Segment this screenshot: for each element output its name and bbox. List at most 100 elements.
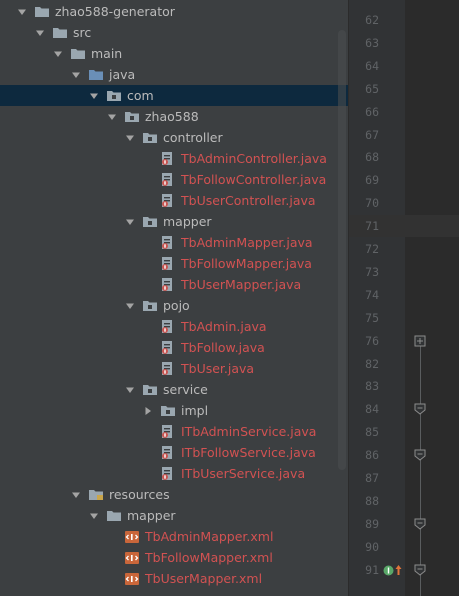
tree-folder-item[interactable]: resources	[0, 484, 348, 505]
xml-file-icon	[124, 551, 140, 565]
tree-item-label: ITbAdminService.java	[181, 424, 317, 439]
java-file-icon	[160, 341, 176, 355]
package-folder-icon	[106, 89, 122, 103]
expand-arrow-down-icon[interactable]	[52, 48, 64, 60]
package-folder-icon	[142, 299, 158, 313]
line-number: 73	[365, 265, 379, 279]
tree-file-item[interactable]: ITbFollowService.java	[0, 442, 348, 463]
line-number: 69	[365, 173, 379, 187]
tree-file-item[interactable]: TbAdminController.java	[0, 148, 348, 169]
tree-folder-item[interactable]: controller	[0, 127, 348, 148]
expand-arrow-down-icon[interactable]	[16, 6, 28, 18]
code-editor[interactable]	[405, 0, 459, 596]
tree-item-label: java	[109, 67, 136, 82]
line-number: 87	[365, 471, 379, 485]
tree-file-item[interactable]: TbAdminMapper.xml	[0, 526, 348, 547]
folder-icon	[106, 509, 122, 523]
java-file-icon	[160, 194, 176, 208]
tree-item-label: TbUser.java	[181, 361, 255, 376]
expand-arrow-down-icon[interactable]	[70, 69, 82, 81]
tree-file-item[interactable]: TbUser.java	[0, 358, 348, 379]
tree-folder-item[interactable]: mapper	[0, 211, 348, 232]
line-number: 86	[365, 448, 379, 462]
tree-scrollbar[interactable]	[338, 30, 346, 470]
tree-file-item[interactable]: ITbAdminService.java	[0, 421, 348, 442]
tree-folder-item[interactable]: zhao588-generator	[0, 1, 348, 22]
java-file-icon	[160, 236, 176, 250]
fold-collapse-icon[interactable]	[414, 449, 426, 461]
tree-file-item[interactable]: TbFollowMapper.xml	[0, 547, 348, 568]
folder-icon	[70, 47, 86, 61]
tree-item-label: mapper	[163, 214, 212, 229]
tree-file-item[interactable]: TbUserMapper.xml	[0, 568, 348, 589]
expand-arrow-down-icon[interactable]	[124, 216, 136, 228]
tree-folder-item[interactable]: impl	[0, 400, 348, 421]
tree-item-label: resources	[109, 487, 170, 502]
tree-file-item[interactable]: ITbUserService.java	[0, 463, 348, 484]
expand-arrow-down-icon[interactable]	[34, 27, 46, 39]
line-number: 74	[365, 288, 379, 302]
tree-folder-item[interactable]: main	[0, 43, 348, 64]
java-file-icon	[160, 425, 176, 439]
tree-item-label: TbUserMapper.xml	[145, 571, 263, 586]
tree-file-item[interactable]: TbAdminMapper.java	[0, 232, 348, 253]
java-file-icon	[160, 173, 176, 187]
java-file-icon	[160, 446, 176, 460]
tree-item-label: ITbUserService.java	[181, 466, 306, 481]
line-number: 70	[365, 196, 379, 210]
tree-folder-item[interactable]: mapper	[0, 505, 348, 526]
tree-file-item[interactable]: TbUserMapper.java	[0, 274, 348, 295]
tree-file-item[interactable]: TbAdmin.java	[0, 316, 348, 337]
line-number: 89	[365, 517, 379, 531]
tree-item-label: controller	[163, 130, 223, 145]
tree-file-item[interactable]: TbFollow.java	[0, 337, 348, 358]
tree-folder-item[interactable]: service	[0, 379, 348, 400]
expand-arrow-down-icon[interactable]	[124, 132, 136, 144]
tree-item-label: TbAdminMapper.java	[181, 235, 313, 250]
tree-folder-item[interactable]: src	[0, 22, 348, 43]
expand-arrow-down-icon[interactable]	[124, 300, 136, 312]
tree-item-label: ITbFollowService.java	[181, 445, 316, 460]
tree-item-label: TbFollowController.java	[181, 172, 327, 187]
fold-collapse-icon[interactable]	[414, 564, 426, 576]
tree-item-label: com	[127, 88, 154, 103]
expand-arrow-down-icon[interactable]	[124, 384, 136, 396]
line-number: 65	[365, 82, 379, 96]
tree-folder-item[interactable]: com	[0, 85, 348, 106]
expand-arrow-down-icon[interactable]	[106, 111, 118, 123]
package-folder-icon	[142, 383, 158, 397]
java-file-icon	[160, 362, 176, 376]
line-number: 72	[365, 242, 379, 256]
line-number: 90	[365, 540, 379, 554]
expand-arrow-down-icon[interactable]	[88, 510, 100, 522]
expand-arrow-down-icon[interactable]	[88, 90, 100, 102]
project-tree: zhao588-generator src main java com zhao588 co…	[0, 0, 348, 596]
tree-item-label: TbAdmin.java	[181, 319, 267, 334]
tree-item-label: zhao588	[145, 109, 199, 124]
expand-arrow-down-icon[interactable]	[70, 489, 82, 501]
fold-guide-line	[420, 340, 421, 596]
tree-item-label: TbFollow.java	[181, 340, 265, 355]
tree-file-item[interactable]: TbFollowController.java	[0, 169, 348, 190]
java-file-icon	[160, 257, 176, 271]
tree-item-label: TbUserController.java	[181, 193, 316, 208]
tree-file-item[interactable]: TbFollowMapper.java	[0, 253, 348, 274]
fold-collapse-icon[interactable]	[414, 403, 426, 415]
collapse-arrow-right-icon[interactable]	[142, 405, 154, 417]
tree-item-label: TbFollowMapper.java	[181, 256, 312, 271]
tree-folder-item[interactable]: pojo	[0, 295, 348, 316]
fold-expand-icon[interactable]	[414, 335, 426, 347]
tree-folder-item[interactable]: java	[0, 64, 348, 85]
line-number: 82	[365, 357, 379, 371]
tree-item-label: zhao588-generator	[55, 4, 175, 19]
line-number: 85	[365, 425, 379, 439]
line-number: 83	[365, 379, 379, 393]
line-number: 62	[365, 13, 379, 27]
tree-folder-item[interactable]: zhao588	[0, 106, 348, 127]
xml-file-icon	[124, 572, 140, 586]
implementing-method-icon[interactable]	[383, 564, 405, 576]
fold-collapse-icon[interactable]	[414, 518, 426, 530]
line-number: 71	[365, 219, 379, 233]
tree-file-item[interactable]: TbUserController.java	[0, 190, 348, 211]
package-folder-icon	[142, 215, 158, 229]
